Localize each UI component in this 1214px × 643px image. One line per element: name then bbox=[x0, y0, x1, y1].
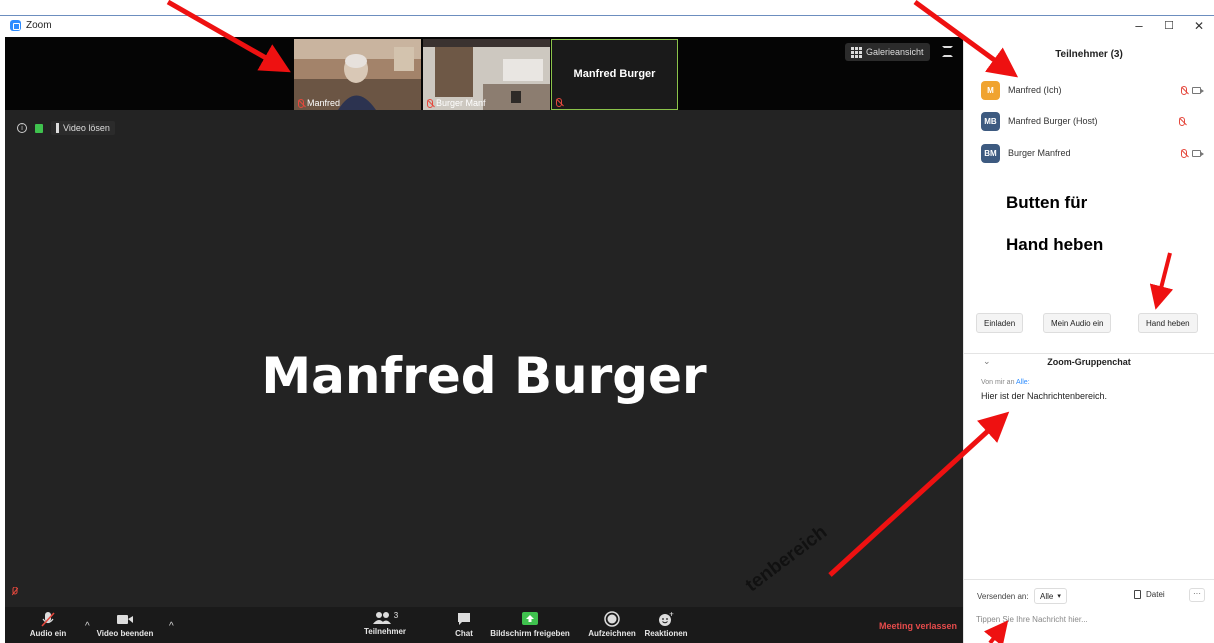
video-camera-icon bbox=[117, 615, 133, 624]
thumbnail-strip: Manfred Burger Manf Manfred Burger Galer… bbox=[5, 37, 963, 110]
chat-message-meta: Von mir an Alle: bbox=[981, 379, 1030, 386]
video-camera-icon[interactable] bbox=[1192, 86, 1204, 94]
participant-name: Manfred Burger (Host) bbox=[1008, 116, 1098, 126]
participant-name: Manfred (Ich) bbox=[1008, 85, 1062, 95]
chat-header: ⌄ Zoom-Gruppenchat bbox=[964, 353, 1214, 373]
svg-text:+: + bbox=[669, 611, 674, 618]
chat-title: Zoom-Gruppenchat bbox=[1047, 357, 1131, 367]
zoom-screenshot: Zoom – ☐ ✕ Manfred Burger Manf Manfred B… bbox=[0, 0, 1214, 643]
minimize-button[interactable]: – bbox=[1124, 16, 1154, 36]
chat-message-text: Hier ist der Nachrichtenbereich. bbox=[981, 391, 1108, 401]
zoom-logo-icon bbox=[10, 20, 21, 31]
window-titlebar: Zoom – ☐ ✕ bbox=[0, 15, 1214, 37]
share-screen-button[interactable]: Bildschirm freigeben bbox=[487, 611, 573, 638]
participant-row[interactable]: MB Manfred Burger (Host) bbox=[981, 111, 1201, 131]
muted-mic-icon bbox=[427, 98, 433, 108]
record-button[interactable]: Aufzeichnen bbox=[588, 611, 636, 638]
muted-mic-icon bbox=[12, 587, 18, 596]
annotation-hand-note-line1: Butten für bbox=[1006, 193, 1088, 212]
app-title: Zoom bbox=[10, 20, 52, 31]
avatar: MB bbox=[981, 111, 1000, 131]
participant-status-icons bbox=[1181, 148, 1204, 158]
participants-title: Teilnehmer (3) bbox=[1055, 49, 1123, 60]
gallery-view-button[interactable]: Galerieansicht bbox=[845, 43, 930, 61]
thumbnail-label: Manfred bbox=[298, 98, 340, 108]
participant-row[interactable]: BM Burger Manfred bbox=[981, 143, 1204, 163]
avatar: BM bbox=[981, 143, 1000, 163]
file-icon bbox=[1134, 590, 1141, 599]
participant-name: Burger Manfred bbox=[1008, 148, 1071, 158]
participant-row[interactable]: M Manfred (Ich) bbox=[981, 80, 1204, 100]
participant-status-icons bbox=[1181, 85, 1204, 95]
window-title: Zoom bbox=[26, 20, 52, 31]
record-icon bbox=[604, 611, 620, 627]
participants-panel: Teilnehmer (3) M Manfred (Ich) MB Manfre… bbox=[963, 37, 1214, 643]
video-thumbnail-manfred[interactable]: Manfred bbox=[294, 39, 421, 110]
muted-mic-icon[interactable] bbox=[1181, 85, 1187, 95]
thumbnail-label bbox=[556, 98, 562, 107]
raise-hand-button[interactable]: Hand heben bbox=[1138, 313, 1198, 333]
muted-mic-icon bbox=[298, 98, 304, 108]
participants-icon bbox=[372, 612, 391, 624]
more-options-button[interactable]: ··· bbox=[1189, 588, 1205, 602]
info-icon[interactable]: i bbox=[17, 123, 27, 133]
reactions-button[interactable]: + Reaktionen bbox=[641, 611, 691, 638]
main-video-area: Manfred Burger Manf Manfred Burger Galer… bbox=[5, 37, 963, 643]
participants-button[interactable]: 3 Teilnehmer bbox=[360, 611, 410, 636]
video-camera-icon[interactable] bbox=[1192, 149, 1204, 157]
fullscreen-icon[interactable] bbox=[942, 46, 953, 57]
my-audio-button[interactable]: Mein Audio ein bbox=[1043, 313, 1112, 333]
send-to-select[interactable]: Alle ▾ bbox=[1034, 588, 1067, 604]
muted-mic-icon bbox=[556, 98, 562, 107]
meeting-info-bar: i Video lösen bbox=[17, 121, 115, 135]
grid-icon bbox=[851, 46, 862, 58]
chat-message-input[interactable] bbox=[976, 610, 1201, 628]
audio-options-caret-icon[interactable]: ^ bbox=[85, 621, 90, 632]
video-button[interactable]: Video beenden bbox=[95, 611, 155, 638]
share-screen-icon bbox=[522, 612, 538, 625]
participants-count: 3 bbox=[393, 611, 399, 620]
close-button[interactable]: ✕ bbox=[1184, 16, 1214, 36]
participant-status-icons bbox=[1179, 116, 1201, 126]
chevron-down-icon: ▾ bbox=[1057, 593, 1061, 600]
thumbnail-speaker-name: Manfred Burger bbox=[573, 68, 656, 80]
active-speaker-name: Manfred Burger bbox=[261, 347, 707, 405]
lock-icon[interactable] bbox=[35, 123, 43, 133]
annotation-hand-note-line2: Hand heben bbox=[1006, 235, 1104, 254]
muted-mic-icon[interactable] bbox=[1181, 148, 1187, 158]
invite-button[interactable]: Einladen bbox=[976, 313, 1024, 333]
avatar: M bbox=[981, 80, 1000, 100]
meeting-toolbar: Audio ein ^ Video beenden ^ 3 Teilnehmer… bbox=[5, 607, 963, 643]
unpin-video-button[interactable]: Video lösen bbox=[51, 121, 115, 135]
reactions-icon: + bbox=[659, 611, 674, 626]
file-button[interactable]: Datei bbox=[1134, 590, 1165, 599]
maximize-button[interactable]: ☐ bbox=[1154, 16, 1184, 36]
send-to-label: Versenden an: bbox=[977, 592, 1029, 601]
leave-meeting-button[interactable]: Meeting verlassen bbox=[879, 621, 957, 631]
muted-mic-icon[interactable] bbox=[1179, 116, 1185, 126]
video-thumbnail-active-speaker[interactable]: Manfred Burger bbox=[551, 39, 678, 110]
pin-icon bbox=[56, 123, 59, 133]
chat-recipient-link[interactable]: Alle: bbox=[1016, 379, 1030, 386]
participants-icon-group: 3 bbox=[360, 611, 410, 625]
thumbnail-label: Burger Manf bbox=[427, 98, 486, 108]
chat-icon bbox=[458, 613, 470, 625]
video-thumbnail-burger[interactable]: Burger Manf bbox=[423, 39, 550, 110]
chat-button[interactable]: Chat bbox=[446, 611, 482, 638]
chat-compose-area: Versenden an: Alle ▾ Datei ··· bbox=[964, 579, 1214, 643]
muted-mic-icon bbox=[41, 612, 55, 627]
video-options-caret-icon[interactable]: ^ bbox=[169, 621, 174, 632]
audio-button[interactable]: Audio ein bbox=[23, 611, 73, 638]
